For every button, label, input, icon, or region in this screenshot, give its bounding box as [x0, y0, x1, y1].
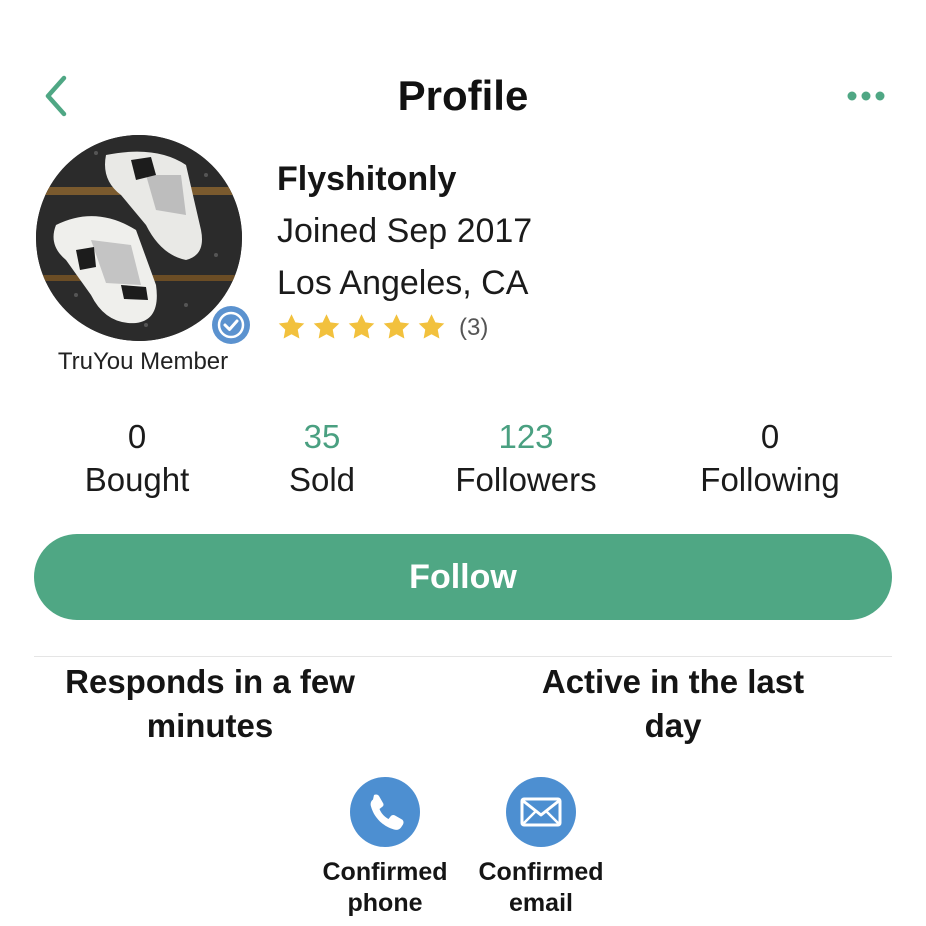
- stat-sold-value[interactable]: 35: [247, 418, 397, 456]
- star-icon: [348, 314, 375, 339]
- active-line2: day: [644, 707, 702, 744]
- star-icon: [383, 314, 410, 339]
- stat-following-value: 0: [760, 418, 780, 455]
- confirmed-email-label: Confirmed email: [471, 857, 611, 919]
- stat-following-label: Following: [700, 461, 840, 498]
- active-status: Active in the last day: [503, 660, 843, 748]
- confirmed-phone-label: Confirmed phone: [315, 857, 455, 919]
- username: Flyshitonly: [277, 160, 457, 198]
- stat-bought-value: 0: [127, 418, 147, 455]
- stat-following: 0 Following: [670, 418, 870, 504]
- more-options-icon[interactable]: [846, 88, 888, 104]
- divider: [34, 656, 892, 657]
- stat-followers-label[interactable]: Followers: [426, 456, 626, 504]
- stat-bought: 0 Bought: [62, 418, 212, 504]
- page-title: Profile: [397, 72, 529, 119]
- rating-stars[interactable]: [276, 312, 447, 342]
- follow-button[interactable]: Follow: [34, 534, 892, 620]
- verified-badge-icon: [209, 303, 253, 347]
- rating-count[interactable]: (3): [459, 314, 488, 342]
- phone-icon: [350, 777, 420, 847]
- star-icon: [313, 314, 340, 339]
- confirmed-email-line1: Confirmed: [478, 858, 604, 886]
- confirmed-phone-line2: phone: [347, 889, 423, 917]
- confirmed-email-line2: email: [509, 889, 573, 917]
- confirmed-phone-line1: Confirmed: [322, 858, 448, 886]
- truyou-member-label: TruYou Member: [57, 348, 229, 375]
- stat-followers[interactable]: 123 Followers: [426, 418, 626, 504]
- joined-date: Joined Sep 2017: [277, 212, 533, 250]
- responds-time: Responds in a few minutes: [40, 660, 380, 748]
- email-icon: [506, 777, 576, 847]
- stat-sold-label[interactable]: Sold: [247, 456, 397, 504]
- location: Los Angeles, CA: [277, 264, 529, 302]
- stat-sold[interactable]: 35 Sold: [247, 418, 397, 504]
- responds-line2: minutes: [146, 707, 274, 744]
- star-icon: [418, 314, 445, 339]
- stat-bought-label: Bought: [84, 461, 190, 498]
- active-line1: Active in the last: [541, 663, 805, 700]
- responds-line1: Responds in a few: [65, 663, 355, 700]
- star-icon: [278, 314, 305, 339]
- stat-followers-value[interactable]: 123: [426, 418, 626, 456]
